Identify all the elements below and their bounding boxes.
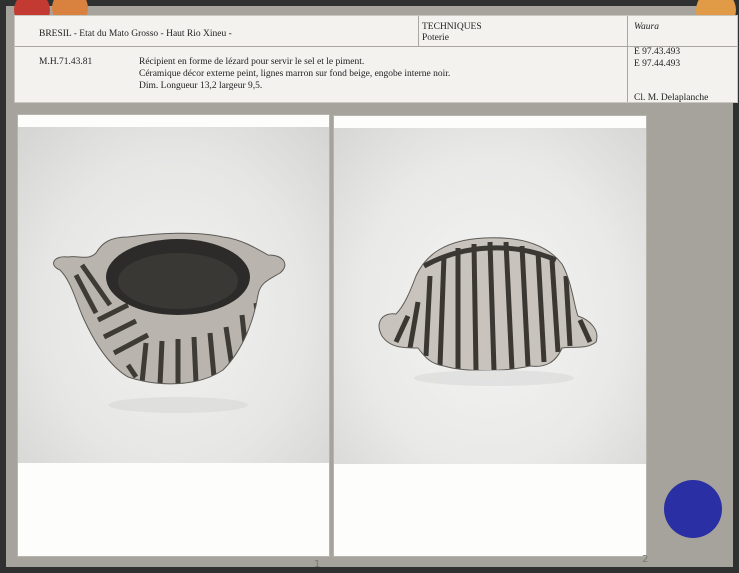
pencil-mark: 2 — [642, 554, 649, 565]
culture-name: Waura — [634, 22, 659, 32]
lizard-vessel-image — [53, 232, 286, 413]
country-region: BRESIL - Etat du Mato Grosso - Haut Rio … — [39, 29, 232, 39]
negative-number-2: E 97.44.493 — [634, 59, 681, 69]
photo-credit: Cl. M. Delaplanche — [634, 93, 709, 103]
pencil-mark: 1 — [314, 559, 321, 570]
label-divider — [15, 46, 737, 47]
negative-number-1: E 97.43.493 — [634, 47, 681, 57]
photo-lizard-side-view: 2 — [334, 116, 648, 565]
photo-bowl-top-view: 1 — [18, 115, 329, 570]
inventory-number: M.H.71.43.81 — [39, 57, 93, 67]
label-divider — [627, 16, 628, 102]
description-line-2: Céramique décor externe peint, lignes ma… — [139, 69, 451, 79]
description-line-1: Récipient en forme de lézard pour servir… — [139, 57, 365, 67]
catalog-label: BRESIL - Etat du Mato Grosso - Haut Rio … — [14, 15, 738, 103]
label-divider — [418, 16, 419, 46]
lizard-vessel-image — [378, 237, 598, 386]
description-line-3: Dim. Longueur 13,2 largeur 9,5. — [139, 81, 263, 91]
techniques-value: Poterie — [422, 33, 449, 43]
blue-color-dot — [664, 480, 722, 538]
mounting-board: BRESIL - Etat du Mato Grosso - Haut Rio … — [6, 0, 738, 570]
